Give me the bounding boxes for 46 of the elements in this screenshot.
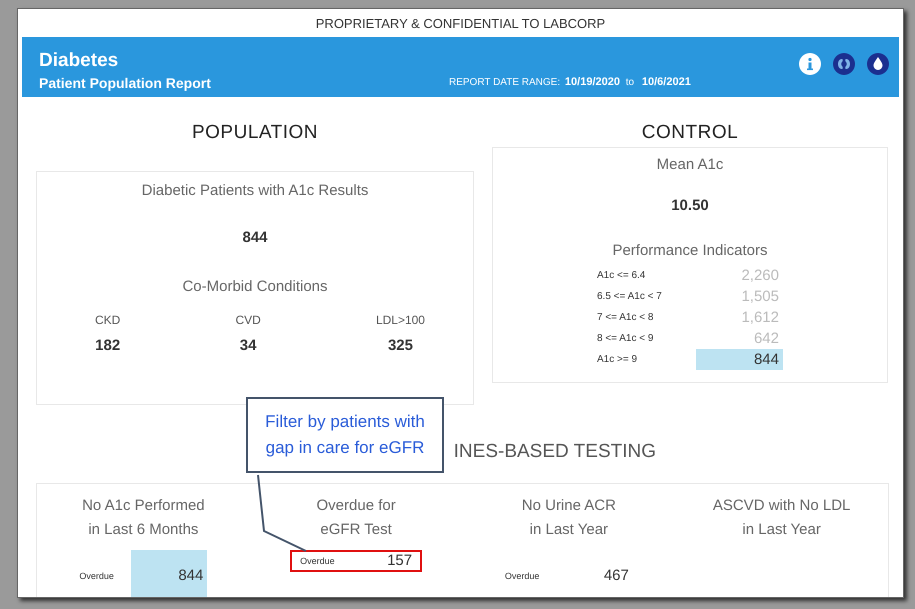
info-icon[interactable] xyxy=(799,53,821,75)
condition-label: CKD xyxy=(95,313,120,327)
condition-count: 34 xyxy=(238,337,258,354)
kidney-icon[interactable] xyxy=(833,53,855,75)
patient-count: 844 xyxy=(242,229,268,246)
indicator-label: A1c <= 6.4 xyxy=(597,270,646,281)
indicator-count: 1,505 xyxy=(740,287,780,307)
confidentiality-notice: PROPRIETARY & CONFIDENTIAL TO LABCORP xyxy=(314,15,606,33)
section-heading: POPULATION xyxy=(190,121,320,145)
condition-count: 182 xyxy=(95,337,120,354)
overdue-count: 467 xyxy=(602,566,630,586)
report-title: Diabetes xyxy=(39,50,120,72)
callout-tooltip: Filter by patients with gap in care for eGFR xyxy=(246,397,444,473)
condition-label: CVD xyxy=(235,313,261,327)
date-from: 10/19/2020 xyxy=(564,76,620,88)
blood-drop-icon[interactable] xyxy=(867,53,889,75)
overdue-count: 844 xyxy=(131,550,208,597)
overdue-label: Overdue xyxy=(300,556,335,566)
indicator-count: 844 xyxy=(696,349,783,370)
date-range-label: REPORT DATE RANGE: xyxy=(449,77,560,88)
indicator-label: A1c >= 9 xyxy=(597,354,638,365)
condition-count: 325 xyxy=(386,337,414,354)
indicator-label: 6.5 <= A1c < 7 xyxy=(597,291,662,302)
metric-title: No Urine ACR in Last Year xyxy=(522,496,616,540)
metric-title: Overdue for eGFR Test xyxy=(316,496,396,540)
indicator-label: 8 <= A1c < 9 xyxy=(597,333,654,344)
overdue-count: 157 xyxy=(387,552,414,570)
metric-title: ASCVD with No LDL in Last Year xyxy=(712,496,850,540)
indicator-label: 7 <= A1c < 8 xyxy=(597,312,654,323)
overdue-label: Overdue xyxy=(79,571,114,581)
card-title: Diabetic Patients with A1c Results xyxy=(142,182,368,199)
card-title: Co-Morbid Conditions xyxy=(182,278,328,295)
metric-title: No A1c Performed in Last 6 Months xyxy=(82,496,205,540)
overdue-label: Overdue xyxy=(504,571,540,581)
report-subtitle: Patient Population Report xyxy=(39,75,212,91)
date-to: 10/6/2021 xyxy=(642,76,691,88)
section-heading: CONTROL xyxy=(640,121,740,145)
card-title: Mean A1c xyxy=(656,156,724,173)
mean-a1c-value: 10.50 xyxy=(671,197,709,214)
date-separator: to xyxy=(626,77,634,88)
condition-label: LDL>100 xyxy=(376,313,425,327)
section-heading: INES-BASED TESTING xyxy=(454,441,656,462)
card-title: Performance Indicators xyxy=(612,242,768,259)
indicator-count: 1,612 xyxy=(740,308,780,328)
indicator-count: 2,260 xyxy=(740,266,780,286)
indicator-count: 642 xyxy=(752,329,780,349)
